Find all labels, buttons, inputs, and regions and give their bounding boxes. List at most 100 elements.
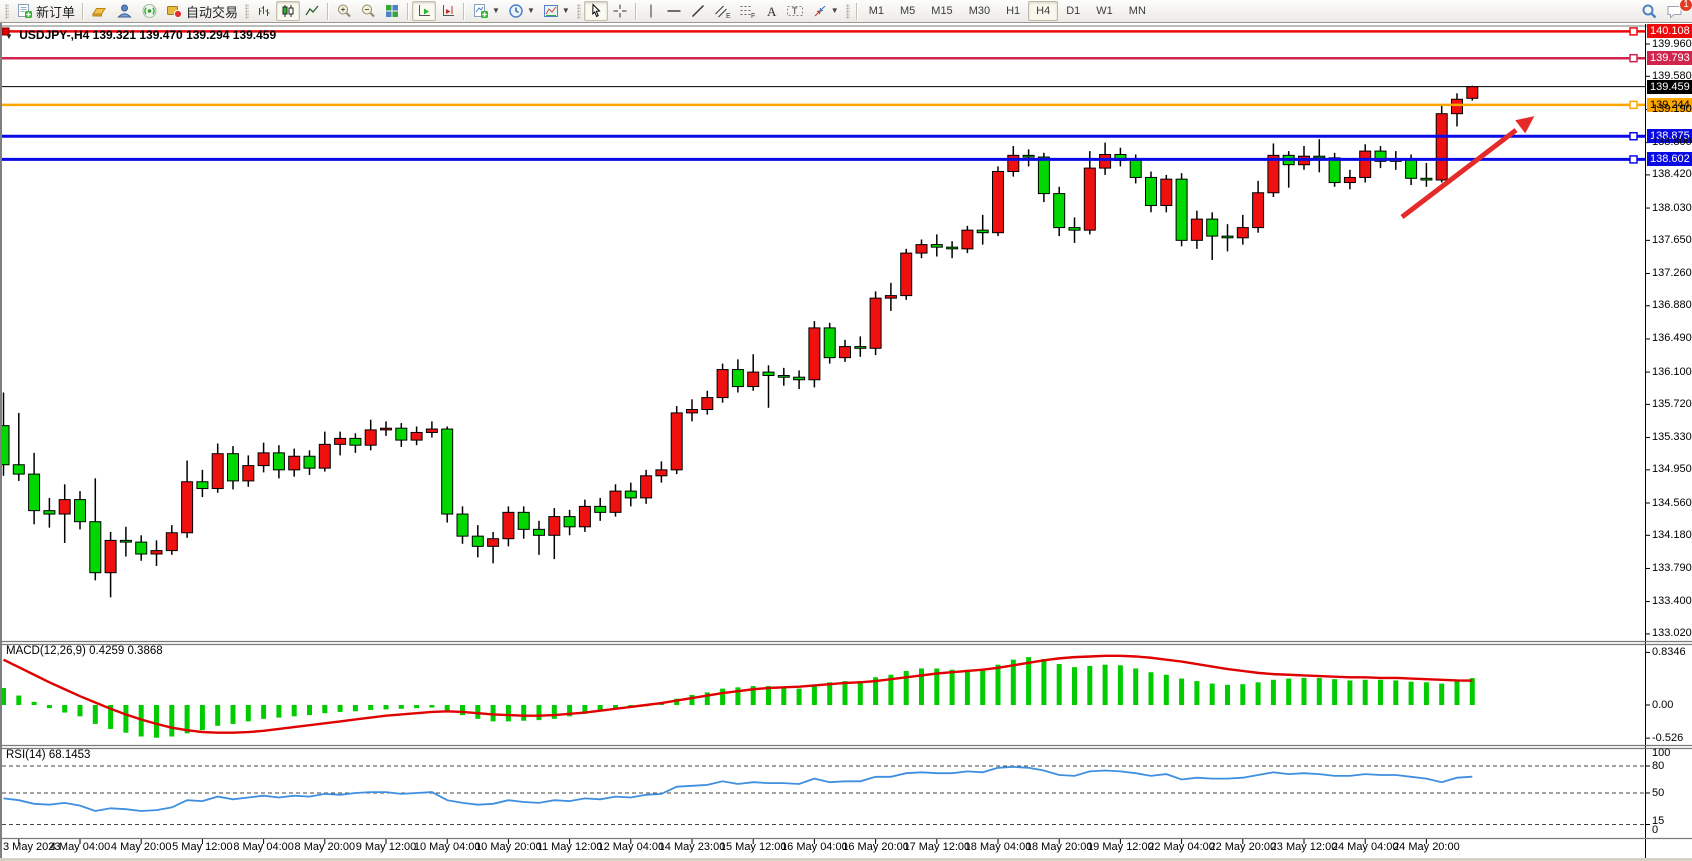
candlestick-chart-button[interactable] — [276, 1, 300, 21]
cursor-button[interactable] — [584, 1, 608, 21]
trend-arrow[interactable] — [1402, 130, 1516, 217]
macd-bar — [429, 705, 434, 708]
timeframe-w1[interactable]: W1 — [1088, 1, 1121, 21]
macd-bar — [1424, 682, 1429, 705]
separator — [463, 3, 465, 20]
macd-bar — [16, 696, 21, 705]
fibonacci-button[interactable]: F — [735, 1, 760, 21]
macd-bar — [1103, 665, 1108, 705]
toolbar-drag-handle[interactable] — [245, 4, 249, 19]
macd-bar — [1179, 679, 1184, 705]
channel-icon: E — [714, 3, 731, 19]
autotrading-label: 自动交易 — [186, 2, 238, 21]
svg-text:T: T — [792, 6, 798, 16]
timeframe-m15[interactable]: M15 — [923, 1, 960, 21]
trendline-button[interactable] — [686, 1, 710, 21]
candle-bullish — [916, 245, 927, 254]
horizontal-line-button[interactable] — [662, 1, 686, 21]
cursor-icon — [588, 3, 604, 19]
autotrading-button[interactable]: 自动交易 — [162, 1, 242, 21]
main-toolbar: 新订单 自动交易 — [0, 0, 1692, 23]
indicators-button[interactable]: ▼ — [468, 1, 504, 21]
line-handle[interactable] — [1630, 156, 1637, 163]
gold-button[interactable] — [87, 1, 112, 21]
zoom-out-button[interactable] — [356, 1, 380, 21]
arrows-button[interactable]: ▼ — [808, 1, 843, 21]
macd-bar — [215, 705, 220, 726]
candle-bullish — [503, 512, 514, 538]
new-order-button[interactable]: 新订单 — [12, 1, 79, 21]
candle-bullish — [993, 172, 1004, 233]
candle-bearish — [442, 429, 453, 514]
macd-bar — [169, 705, 174, 737]
candle-bullish — [381, 428, 392, 430]
candle-bullish — [610, 491, 621, 512]
text-label-button[interactable]: T — [782, 1, 808, 21]
line-chart-button[interactable] — [300, 1, 324, 21]
trend-arrow-head[interactable] — [1515, 116, 1534, 133]
channel-button[interactable]: E — [710, 1, 735, 21]
macd-bar — [399, 705, 404, 709]
candle-bullish — [1436, 114, 1447, 180]
macd-bar — [292, 705, 297, 716]
timeframe-m30[interactable]: M30 — [961, 1, 998, 21]
zoom-out-icon — [360, 3, 376, 19]
toolbar-drag-handle[interactable] — [846, 4, 850, 19]
timeframe-h1[interactable]: H1 — [998, 1, 1028, 21]
timeframe-m5[interactable]: M5 — [892, 1, 923, 21]
chat-button[interactable]: 1 — [1662, 1, 1688, 21]
zoom-in-button[interactable] — [332, 1, 356, 21]
tile-windows-button[interactable] — [380, 1, 404, 21]
candle-bearish — [855, 347, 866, 349]
timeframe-mn[interactable]: MN — [1121, 1, 1154, 21]
timeframe-m1[interactable]: M1 — [861, 1, 892, 21]
text-button[interactable]: A — [760, 1, 782, 21]
candle-bullish — [1161, 179, 1172, 205]
candle-bearish — [1421, 178, 1432, 180]
timeframe-d1[interactable]: D1 — [1058, 1, 1088, 21]
line-handle[interactable] — [1630, 28, 1637, 35]
signals-button[interactable] — [137, 1, 162, 21]
templates-button[interactable]: ▼ — [539, 1, 574, 21]
candle-bullish — [901, 253, 912, 296]
timeframe-h4[interactable]: H4 — [1028, 1, 1058, 21]
auto-scroll-button[interactable] — [412, 1, 436, 21]
macd-bar — [1026, 657, 1031, 705]
candle-bullish — [641, 476, 652, 498]
line-handle[interactable] — [1630, 55, 1637, 62]
profile-button[interactable] — [112, 1, 137, 21]
candle-bearish — [13, 465, 24, 474]
candle-bullish — [656, 470, 667, 476]
bar-chart-icon — [256, 3, 272, 19]
crosshair-button[interactable] — [608, 1, 632, 21]
chart-area[interactable]: ▼ USDJPY-,H4 139.321 139.470 139.294 139… — [0, 23, 1692, 861]
line-handle[interactable] — [1630, 101, 1637, 108]
line-anchor-marker[interactable] — [2, 28, 9, 35]
indicators-icon — [472, 3, 489, 19]
chart-shift-button[interactable] — [436, 1, 460, 21]
periods-button[interactable]: ▼ — [504, 1, 539, 21]
candle-bullish — [1237, 228, 1248, 238]
macd-bar — [1164, 675, 1169, 705]
vertical-line-button[interactable] — [640, 1, 662, 21]
macd-bar — [781, 687, 786, 705]
macd-bar — [1332, 679, 1337, 705]
candle-bullish — [365, 430, 376, 445]
macd-bar — [1194, 681, 1199, 705]
search-button[interactable] — [1637, 1, 1662, 21]
candle-bearish — [1222, 236, 1233, 238]
line-handle[interactable] — [1630, 133, 1637, 140]
bar-chart-button[interactable] — [252, 1, 276, 21]
new-order-icon — [16, 3, 33, 19]
candle-bearish — [1176, 179, 1187, 240]
candle-bearish — [29, 474, 40, 511]
candle-bearish — [595, 506, 606, 512]
candle-bullish — [151, 551, 162, 554]
fibonacci-icon: F — [739, 3, 756, 19]
macd-bar — [1393, 680, 1398, 705]
templates-icon — [543, 3, 559, 19]
toolbar-drag-handle[interactable] — [5, 4, 9, 19]
macd-bar — [246, 705, 251, 721]
toolbar-drag-handle[interactable] — [577, 4, 581, 19]
candle-bullish — [212, 454, 223, 489]
